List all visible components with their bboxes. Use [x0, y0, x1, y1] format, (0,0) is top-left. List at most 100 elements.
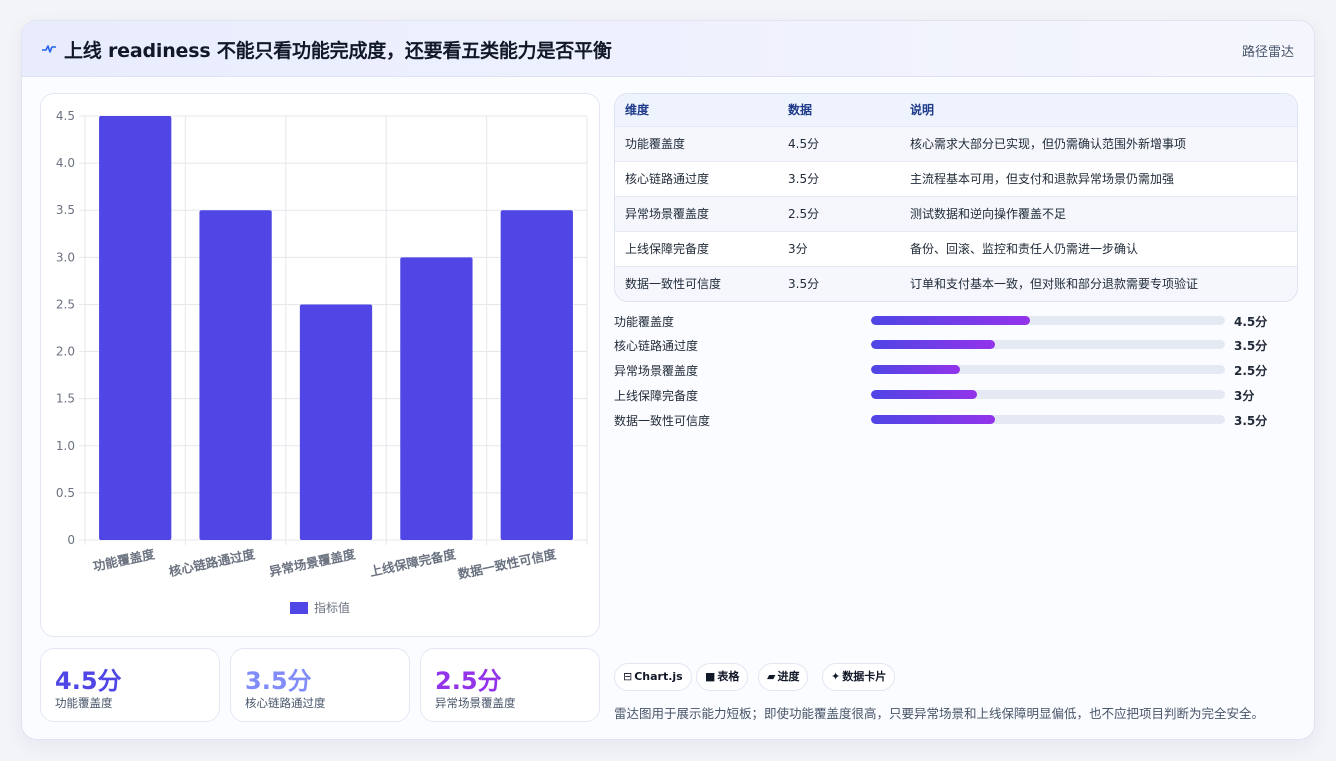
cell-dimension: 上线保障完备度: [625, 242, 710, 256]
chip-label: Chart.js: [634, 670, 683, 683]
progress-icon: ▰: [767, 670, 776, 683]
table-row: 异常场景覆盖度 2.5分 测试数据和逆向操作覆盖不足: [615, 197, 1297, 232]
progress-row: 功能覆盖度 4.5分: [614, 311, 1304, 331]
legend-swatch: [290, 602, 308, 614]
cell-description: 订单和支付基本一致，但对账和部分退款需要专项验证: [910, 277, 1199, 291]
table-icon: ■: [705, 670, 716, 683]
cell-dimension: 数据一致性可信度: [625, 277, 722, 291]
stat-value: 3.5分: [245, 667, 312, 695]
stat-card-core-path: 3.5分 核心链路通过度: [230, 648, 410, 722]
header-data: 数据: [788, 103, 813, 117]
progress-row: 核心链路通过度 3.5分: [614, 335, 1304, 355]
header-tag: 路径雷达: [1241, 45, 1294, 60]
sparkle-icon: ✦: [831, 670, 841, 683]
progress-track: [871, 340, 1225, 349]
stat-label: 异常场景覆盖度: [435, 696, 516, 710]
chip-chartjs[interactable]: ⊟ Chart.js: [614, 663, 692, 691]
cell-dimension: 异常场景覆盖度: [625, 207, 710, 221]
pulse-icon: [42, 45, 56, 53]
progress-label: 核心链路通过度: [614, 339, 699, 353]
table-row: 核心链路通过度 3.5分 主流程基本可用，但支付和退款异常场景仍需加强: [615, 162, 1297, 197]
y-tick-label: 3.5: [56, 203, 75, 217]
table-row: 功能覆盖度 4.5分 核心需求大部分已实现，但仍需确认范围外新增事项: [615, 127, 1297, 162]
progress-row: 数据一致性可信度 3.5分: [614, 410, 1304, 430]
y-tick-label: 0.5: [56, 486, 75, 500]
cell-data: 2.5分: [788, 207, 820, 221]
y-tick-label: 1.5: [56, 392, 75, 406]
cell-data: 3.5分: [788, 172, 820, 186]
stat-card-function: 4.5分 功能覆盖度: [40, 648, 220, 722]
data-table: 维度 数据 说明 功能覆盖度 4.5分 核心需求大部分已实现，但仍需确认范围外新…: [614, 93, 1298, 302]
chart-bar: [500, 210, 573, 540]
chart-bar: [299, 304, 373, 540]
progress-label: 异常场景覆盖度: [614, 364, 699, 378]
progress-track: [871, 316, 1225, 325]
chip-label: 数据卡片: [842, 670, 887, 683]
cell-dimension: 功能覆盖度: [625, 137, 686, 151]
cell-dimension: 核心链路通过度: [625, 172, 710, 186]
y-tick-label: 4.5: [56, 109, 75, 123]
progress-fill: [871, 340, 995, 349]
x-tick-label: 数据一致性可信度: [455, 546, 557, 582]
y-tick-label: 3.0: [56, 250, 75, 264]
progress-value: 3.5分: [1234, 339, 1268, 353]
legend-label: 指标值: [314, 600, 350, 615]
chip-table[interactable]: ■ 表格: [696, 663, 749, 691]
stat-label: 功能覆盖度: [55, 696, 113, 710]
header-dimension: 维度: [625, 103, 650, 117]
bar-chart: 0 0.5 1.0 1.5 2.0 2.5 3.0 3.5 4.0 4.5 功能覆盖度 核心链路通过度…: [56, 109, 588, 615]
cell-description: 备份、回滚、监控和责任人仍需进一步确认: [910, 242, 1139, 256]
progress-fill: [871, 390, 978, 399]
chart-bar: [199, 210, 272, 540]
progress-fill: [871, 415, 995, 424]
chip-data-card[interactable]: ✦ 数据卡片: [822, 663, 896, 691]
header: 上线 readiness 不能只看功能完成度，还要看五类能力是否平衡 路径雷达: [22, 21, 1314, 77]
bar-chart-card: 0 0.5 1.0 1.5 2.0 2.5 3.0 3.5 4.0 4.5 功能覆盖度 核心链路通过度…: [40, 93, 600, 637]
y-tick-label: 2.5: [56, 297, 75, 311]
progress-track: [871, 415, 1225, 424]
cell-data: 3.5分: [788, 277, 820, 291]
stat-value: 2.5分: [435, 667, 502, 695]
y-tick-label: 2.0: [56, 345, 75, 359]
progress-row: 异常场景覆盖度 2.5分: [614, 360, 1304, 380]
table-row: 数据一致性可信度 3.5分 订单和支付基本一致，但对账和部分退款需要专项验证: [615, 267, 1297, 301]
chart-bar: [99, 116, 172, 540]
x-tick-label: 异常场景覆盖度: [268, 546, 357, 579]
progress-track: [871, 365, 1225, 374]
table-header: 维度 数据 说明: [615, 94, 1297, 127]
cell-data: 4.5分: [788, 137, 820, 151]
y-tick-label: 1.0: [56, 439, 75, 453]
progress-value: 3分: [1234, 389, 1255, 403]
progress-label: 上线保障完备度: [614, 389, 699, 403]
chip-label: 进度: [777, 670, 800, 683]
page-title: 上线 readiness 不能只看功能完成度，还要看五类能力是否平衡: [64, 40, 612, 62]
chart-icon: ⊟: [623, 670, 633, 683]
footer-note: 雷达图用于展示能力短板；即使功能覆盖度很高，只要异常场景和上线保障明显偏低，也不…: [614, 706, 1265, 721]
chip-label: 表格: [717, 670, 740, 683]
header-description: 说明: [910, 103, 935, 117]
chart-bar: [400, 257, 473, 540]
stat-card-exception: 2.5分 异常场景覆盖度: [420, 648, 600, 722]
progress-fill: [871, 365, 960, 374]
cell-data: 3分: [788, 242, 808, 256]
progress-label: 功能覆盖度: [614, 315, 675, 329]
x-tick-label: 核心链路通过度: [168, 546, 257, 579]
y-tick-label: 0: [67, 533, 75, 547]
progress-label: 数据一致性可信度: [614, 414, 711, 428]
x-tick-label: 功能覆盖度: [92, 546, 157, 574]
progress-fill: [871, 316, 1031, 325]
y-tick-label: 4.0: [56, 156, 75, 170]
dashboard-frame: 上线 readiness 不能只看功能完成度，还要看五类能力是否平衡 路径雷达 …: [21, 20, 1315, 740]
cell-description: 主流程基本可用，但支付和退款异常场景仍需加强: [910, 172, 1175, 186]
x-tick-label: 上线保障完备度: [368, 546, 457, 579]
progress-value: 3.5分: [1234, 414, 1268, 428]
progress-value: 2.5分: [1234, 364, 1268, 378]
stat-value: 4.5分: [55, 667, 122, 695]
progress-track: [871, 390, 1225, 399]
stat-label: 核心链路通过度: [245, 696, 326, 710]
chip-progress[interactable]: ▰ 进度: [758, 663, 809, 691]
progress-value: 4.5分: [1234, 315, 1268, 329]
progress-row: 上线保障完备度 3分: [614, 385, 1304, 405]
table-row: 上线保障完备度 3分 备份、回滚、监控和责任人仍需进一步确认: [615, 232, 1297, 267]
cell-description: 测试数据和逆向操作覆盖不足: [910, 207, 1067, 221]
